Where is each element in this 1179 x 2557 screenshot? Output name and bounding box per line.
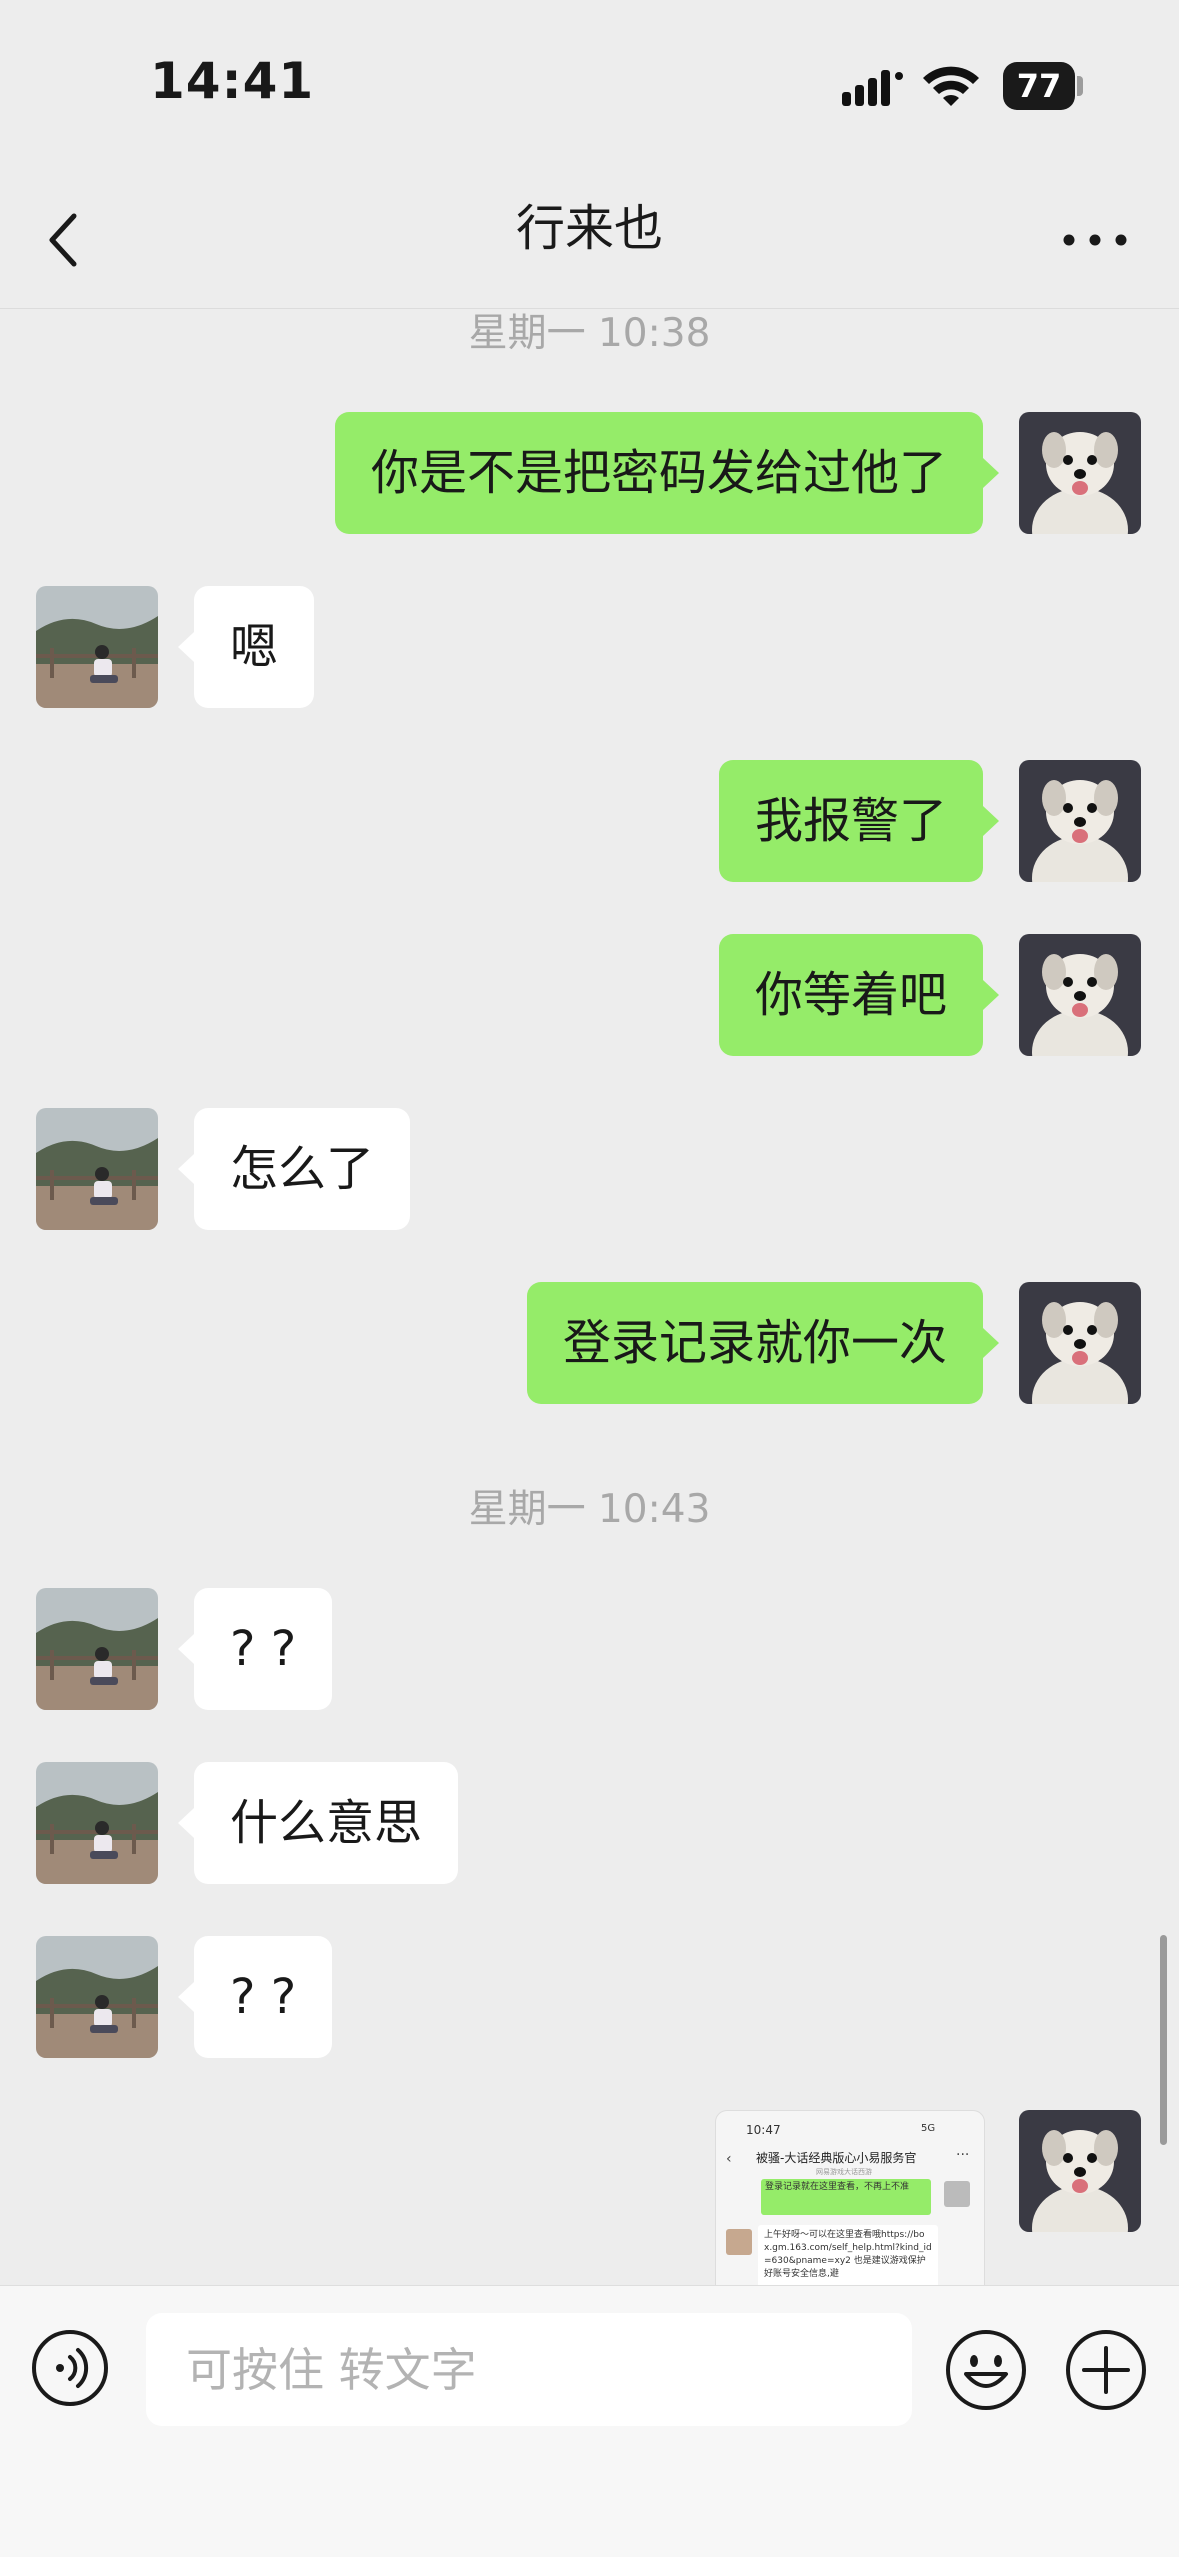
self-avatar[interactable] — [1019, 2110, 1141, 2232]
thumb-back-icon: ‹ — [726, 2151, 732, 2167]
image-message[interactable]: 10:47 5G ‹ 被骚-大话经典版心小易服务官 网易游戏大话西游 ··· 登… — [715, 2110, 985, 2286]
thumb-white-bubble: 上午好呀～可以在这里查看哦https://box.gm.163.com/self… — [758, 2225, 938, 2286]
thumb-title: 被骚-大话经典版心小易服务官 — [756, 2151, 917, 2165]
message-bubble-out[interactable]: 我报警了 — [718, 760, 1000, 882]
contact-avatar[interactable] — [36, 586, 158, 708]
cellular-signal-icon — [842, 70, 903, 106]
message-bubble-in[interactable]: 嗯 — [177, 586, 315, 708]
status-bar: 14:41 77 — [0, 0, 1179, 150]
message-bubble-in[interactable]: 怎么了 — [177, 1108, 411, 1230]
emoji-icon[interactable] — [944, 2328, 1028, 2412]
thumb-contact-avatar — [726, 2229, 752, 2255]
message-input[interactable] — [146, 2313, 912, 2426]
message-bubble-out[interactable]: 你等着吧 — [718, 934, 1000, 1056]
message-bubble-in[interactable]: ? ? — [177, 1588, 333, 1710]
battery-level: 77 — [1016, 67, 1062, 105]
more-options-icon[interactable] — [1055, 200, 1135, 280]
contact-avatar[interactable] — [36, 1762, 158, 1884]
battery-cap — [1077, 76, 1083, 96]
message-bubble-out[interactable]: 你是不是把密码发给过他了 — [334, 412, 1000, 534]
self-avatar[interactable] — [1019, 760, 1141, 882]
contact-avatar[interactable] — [36, 1936, 158, 2058]
scrollbar-thumb[interactable] — [1160, 1935, 1167, 2145]
thumb-more-icon: ··· — [956, 2147, 970, 2163]
message-bubble-in[interactable]: ? ? — [177, 1936, 333, 2058]
chat-timestamp: 星期一 10:43 — [468, 1487, 711, 1532]
back-icon[interactable] — [40, 200, 120, 280]
contact-avatar[interactable] — [36, 1588, 158, 1710]
self-avatar[interactable] — [1019, 1282, 1141, 1404]
chat-timestamp: 星期一 10:38 — [468, 311, 711, 356]
voice-icon[interactable] — [30, 2328, 110, 2408]
self-avatar[interactable] — [1019, 934, 1141, 1056]
message-bubble-out[interactable]: 登录记录就你一次 — [526, 1282, 1000, 1404]
status-time: 14:41 — [150, 52, 315, 110]
self-avatar[interactable] — [1019, 412, 1141, 534]
chat-header: 行来也 — [0, 170, 1179, 309]
thumb-subtitle: 网易游戏大话西游 — [816, 2168, 872, 2176]
thumb-time: 10:47 — [746, 2123, 781, 2137]
thumb-status: 5G — [921, 2123, 936, 2134]
message-bubble-in[interactable]: 什么意思 — [177, 1762, 459, 1884]
wifi-icon — [923, 66, 979, 106]
contact-avatar[interactable] — [36, 1108, 158, 1230]
input-bar — [0, 2285, 1179, 2557]
chat-title: 行来也 — [515, 200, 663, 257]
thumb-self-avatar — [944, 2181, 970, 2207]
plus-icon[interactable] — [1064, 2328, 1148, 2412]
battery-icon: 77 — [1003, 62, 1075, 110]
thumb-green-bubble: 登录记录就在这里查看，不再上不准 — [761, 2179, 931, 2215]
